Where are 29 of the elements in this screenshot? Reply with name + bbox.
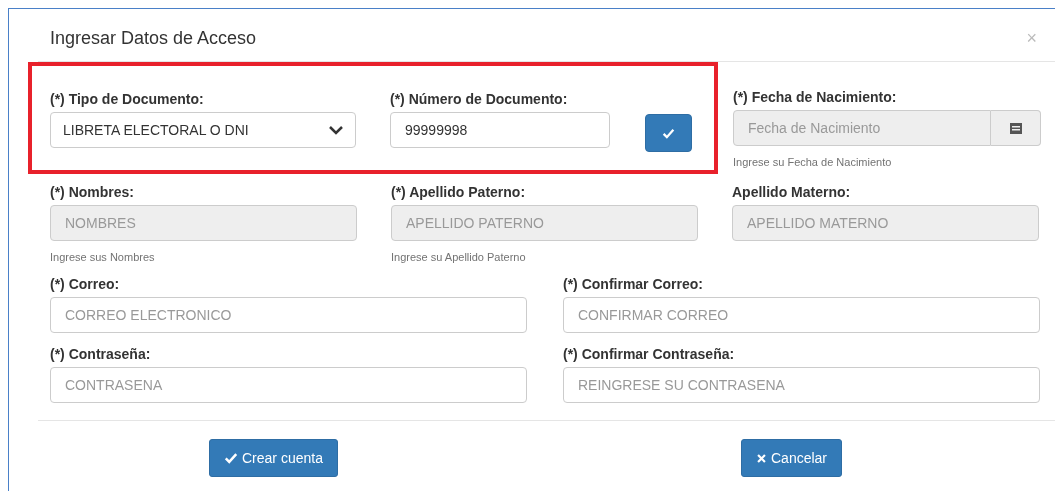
input-field[interactable]: 99999998 [390, 112, 610, 148]
close-icon [756, 452, 767, 464]
field-label: (*) Contraseña: [50, 345, 152, 363]
input-field[interactable]: CORREO ELECTRONICO [50, 297, 527, 333]
field-label: (*) Confirmar Correo: [563, 275, 704, 293]
verify-button[interactable] [645, 114, 692, 152]
help-text: Ingrese sus Nombres [50, 250, 156, 264]
input-field[interactable]: CONTRASENA [50, 367, 527, 403]
field-label: (*) Tipo de Documento: [50, 90, 205, 108]
input-field[interactable]: REINGRESE SU CONTRASENA [563, 367, 1040, 403]
select-field[interactable]: LIBRETA ELECTORAL O DNI [50, 112, 356, 148]
input-field[interactable]: CONFIRMAR CORREO [563, 297, 1040, 333]
calendar-icon [1009, 122, 1022, 134]
field-label: (*) Correo: [50, 275, 121, 293]
create-account-button[interactable]: Crear cuenta [209, 439, 338, 477]
field-label: (*) Confirmar Contraseña: [563, 345, 736, 363]
help-text: Ingrese su Apellido Paterno [391, 250, 527, 264]
field-label: Apellido Materno: [732, 183, 852, 201]
field-label: (*) Nombres: [50, 183, 135, 201]
cancel-button[interactable]: Cancelar [741, 439, 843, 477]
dialog-title: Ingresar Datos de Acceso [50, 26, 257, 50]
field-label: (*) Fecha de Nacimiento: [733, 88, 898, 106]
chevron-down-icon [329, 125, 343, 135]
calendar-button[interactable] [991, 110, 1041, 146]
field-label: (*) Número de Documento: [390, 90, 569, 108]
check-icon [662, 126, 675, 140]
help-text: Ingrese su Fecha de Nacimiento [733, 155, 893, 169]
check-icon [224, 451, 238, 465]
field-label: (*) Apellido Paterno: [391, 183, 527, 201]
